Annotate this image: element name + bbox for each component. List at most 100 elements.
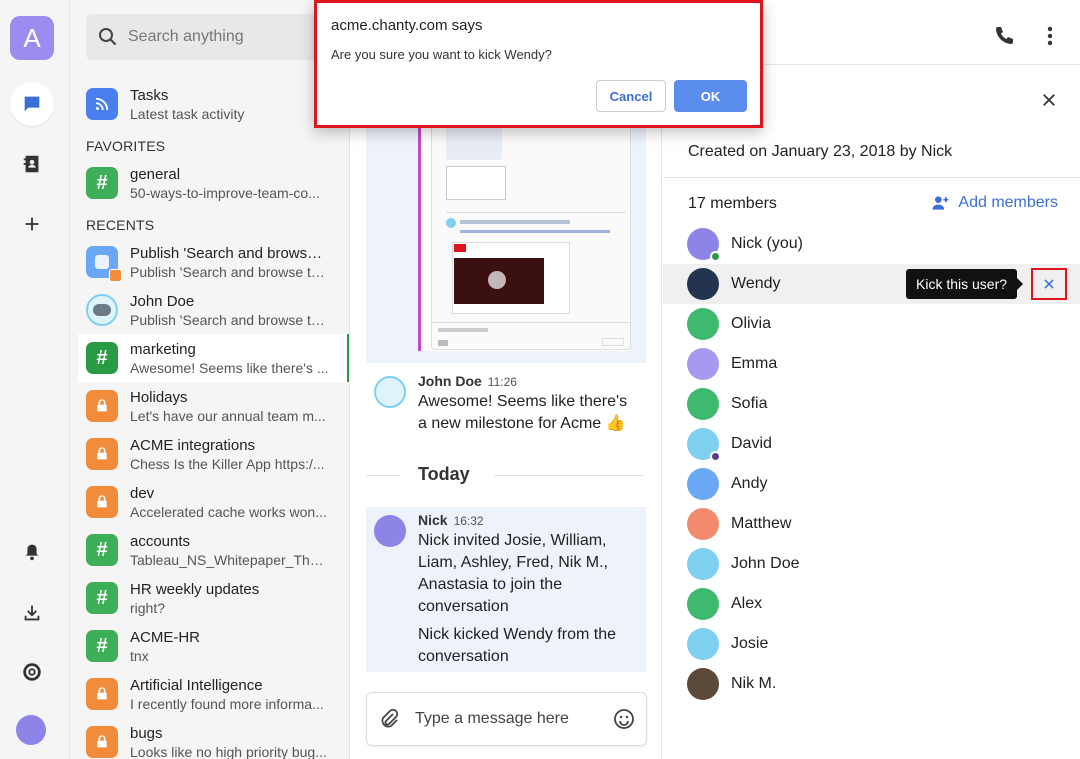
emoji-icon[interactable] xyxy=(612,707,636,731)
member-name: John Doe xyxy=(731,555,800,572)
hash-icon: # xyxy=(86,167,118,199)
member-row[interactable]: Olivia xyxy=(663,304,1080,344)
conversation-item[interactable]: # marketing Awesome! Seems like there's .… xyxy=(78,334,349,382)
member-row[interactable]: Nick (you) xyxy=(663,224,1080,264)
member-name: Alex xyxy=(731,595,763,612)
message-text: Nick invited Josie, William, Liam, Ashle… xyxy=(418,532,608,615)
message-time: 16:32 xyxy=(453,514,484,528)
conversation-name: Artificial Intelligence xyxy=(130,676,263,694)
author-avatar[interactable] xyxy=(374,515,406,547)
close-icon xyxy=(1044,279,1054,289)
member-name: David xyxy=(731,435,772,452)
close-icon[interactable] xyxy=(1040,91,1058,109)
avatar xyxy=(687,388,719,420)
conversation-item[interactable]: Artificial Intelligence I recently found … xyxy=(78,670,349,718)
search-input[interactable] xyxy=(128,28,318,46)
avatar xyxy=(687,508,719,540)
notifications-button[interactable] xyxy=(10,530,54,574)
member-row[interactable]: Nik M. xyxy=(663,664,1080,704)
add-members-button[interactable]: Add members xyxy=(930,193,1058,213)
conversation-item[interactable]: ACME integrations Chess Is the Killer App… xyxy=(78,430,349,478)
conversation-item[interactable]: # HR weekly updates right? xyxy=(78,574,349,622)
shared-image-message xyxy=(366,116,646,363)
message-composer xyxy=(366,692,647,746)
phone-icon[interactable] xyxy=(992,24,1016,48)
plus-icon xyxy=(25,217,39,231)
conversation-preview: tnx xyxy=(130,647,149,664)
system-message-text: Nick kicked Wendy from the conversation xyxy=(418,626,616,665)
conversation-item[interactable]: John Doe Publish 'Search and browse ta... xyxy=(78,286,349,334)
attachment-thumbnail[interactable] xyxy=(431,116,631,350)
conversation-name: ACME-HR xyxy=(130,628,200,646)
member-row[interactable]: Alex xyxy=(663,584,1080,624)
member-row[interactable]: David xyxy=(663,424,1080,464)
search-box[interactable] xyxy=(86,14,336,60)
conversation-item[interactable]: bugs Looks like no high priority bug... xyxy=(78,718,349,759)
hash-icon: # xyxy=(86,630,118,662)
members-count: 17 members xyxy=(688,195,777,212)
conversation-item[interactable]: Publish 'Search and browse ... Publish 'S… xyxy=(78,238,349,286)
avatar xyxy=(687,428,721,462)
avatar xyxy=(86,294,118,326)
conversation-item[interactable]: # ACME-HR tnx xyxy=(78,622,349,670)
hash-icon: # xyxy=(86,534,118,566)
message-input[interactable] xyxy=(415,710,595,728)
add-members-label: Add members xyxy=(958,194,1058,211)
conversation-item[interactable]: Holidays Let's have our annual team m... xyxy=(78,382,349,430)
conversation-item[interactable]: dev Accelerated cache works won... xyxy=(78,478,349,526)
member-row[interactable]: John Doe xyxy=(663,544,1080,584)
lock-icon xyxy=(86,390,118,422)
conversation-name: dev xyxy=(130,484,155,502)
message-time: 11:26 xyxy=(487,375,517,389)
member-name: Nick (you) xyxy=(731,235,804,252)
avatar xyxy=(687,468,719,500)
hash-icon: # xyxy=(86,342,118,374)
message-author[interactable]: John Doe xyxy=(418,373,482,389)
conversation-name: John Doe xyxy=(130,292,195,310)
cancel-button[interactable]: Cancel xyxy=(596,80,666,112)
chat-message: John Doe 11:26 Awesome! Seems like there'… xyxy=(366,372,646,442)
workspace-avatar[interactable]: A xyxy=(10,16,54,60)
conversation-list: TasksLatest task activity FAVORITES # ge… xyxy=(70,0,350,759)
conversation-item[interactable]: # accounts Tableau_NS_Whitepaper_The_... xyxy=(78,526,349,574)
help-button[interactable] xyxy=(10,650,54,694)
chat-nav-button[interactable] xyxy=(10,82,54,126)
kick-user-tooltip: Kick this user? xyxy=(906,269,1024,299)
contacts-nav-button[interactable] xyxy=(10,142,54,186)
member-row[interactable]: Josie xyxy=(663,624,1080,664)
member-name: Nik M. xyxy=(731,675,777,692)
avatar xyxy=(687,548,719,580)
member-row[interactable]: Andy xyxy=(663,464,1080,504)
member-row[interactable]: Sofia xyxy=(663,384,1080,424)
conversation-name: Tasks xyxy=(130,86,169,104)
conversation-name: marketing xyxy=(130,340,196,358)
conversation-name: Publish 'Search and browse ... xyxy=(130,244,330,262)
avatar xyxy=(687,308,719,340)
conversation-item[interactable]: # general 50-ways-to-improve-team-co... xyxy=(78,159,349,207)
conversation-preview: Publish 'Search and browse ta... xyxy=(130,311,330,328)
user-avatar[interactable] xyxy=(16,715,46,745)
favorites-heading: FAVORITES xyxy=(86,138,166,154)
member-row[interactable]: Emma xyxy=(663,344,1080,384)
download-button[interactable] xyxy=(10,591,54,635)
add-nav-button[interactable] xyxy=(10,202,54,246)
author-avatar[interactable] xyxy=(374,376,406,408)
image-attachment[interactable] xyxy=(418,116,631,351)
lock-icon xyxy=(86,678,118,710)
paperclip-icon[interactable] xyxy=(377,707,401,731)
more-vertical-icon[interactable] xyxy=(1038,24,1062,48)
conversation-preview: Let's have our annual team m... xyxy=(130,407,326,424)
conversation-item[interactable]: Tasks Latest task activity xyxy=(78,80,349,128)
kick-user-button[interactable] xyxy=(1031,268,1067,300)
avatar xyxy=(687,228,721,262)
member-row[interactable]: Matthew xyxy=(663,504,1080,544)
conversation-preview: Accelerated cache works won... xyxy=(130,503,327,520)
message-author[interactable]: Nick xyxy=(418,512,448,528)
conversation-name: general xyxy=(130,165,181,183)
ok-button[interactable]: OK xyxy=(674,80,747,112)
conversation-preview: Awesome! Seems like there's ... xyxy=(130,359,329,376)
conversation-name: accounts xyxy=(130,532,191,550)
message-header: John Doe 11:26 xyxy=(418,373,517,389)
lock-icon xyxy=(86,726,118,758)
away-status-icon xyxy=(710,451,721,462)
